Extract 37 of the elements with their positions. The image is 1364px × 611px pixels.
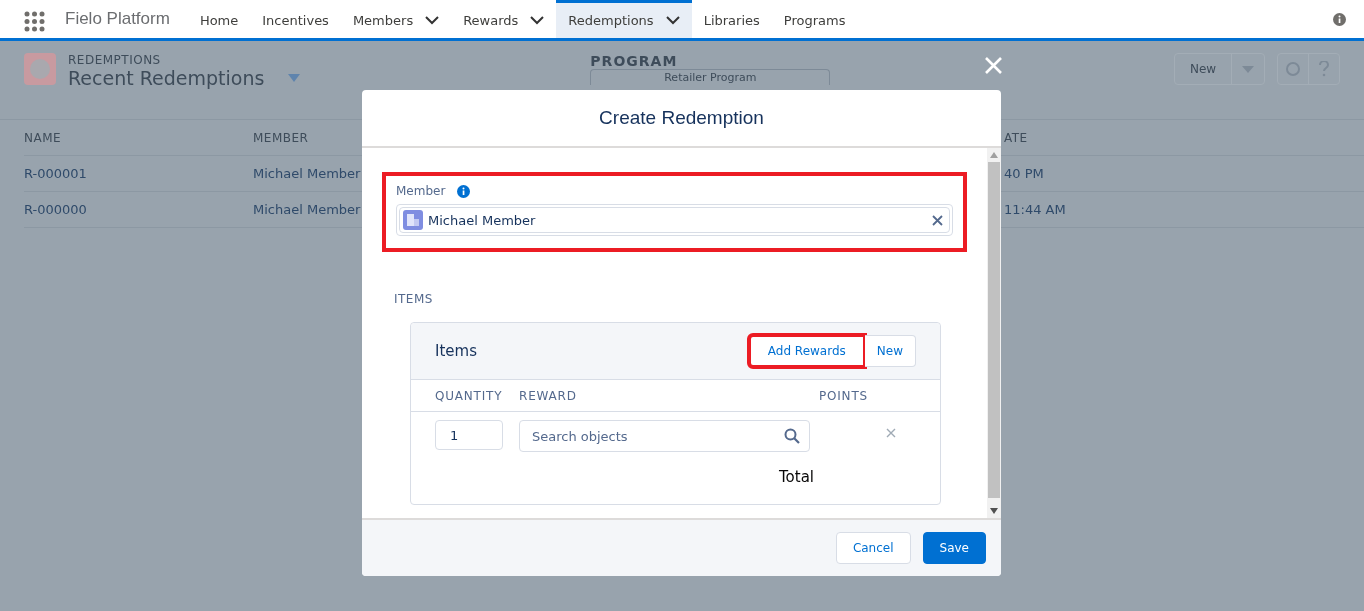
table-cell: Michael Member xyxy=(253,166,361,181)
column-header: NAME xyxy=(24,130,62,145)
card-title: Items xyxy=(435,342,478,360)
record-link[interactable]: R-000001 xyxy=(24,166,87,181)
column-header: MEMBER xyxy=(253,130,309,145)
record-link[interactable]: R-000000 xyxy=(24,202,87,217)
nav-tab[interactable]: Programs xyxy=(771,0,858,38)
section-heading: ITEMS xyxy=(394,292,434,306)
selected-value: Michael Member xyxy=(428,212,536,228)
search-field[interactable]: Search objects xyxy=(519,420,810,452)
new-button[interactable]: New xyxy=(864,335,916,367)
object-label: REDEMPTIONS xyxy=(68,53,162,67)
add-rewards-button[interactable]: Add Rewards xyxy=(748,335,865,367)
total-label: Total xyxy=(778,468,814,486)
column-header: ATE xyxy=(1004,130,1028,145)
save-button[interactable]: Save xyxy=(922,532,986,564)
nav-tab[interactable]: Home xyxy=(187,0,251,38)
nav-tab[interactable]: Members xyxy=(340,0,452,38)
nav-tab[interactable]: Libraries xyxy=(691,0,772,38)
cancel-button[interactable]: Cancel xyxy=(835,532,911,564)
lookup-field[interactable]: Michael Member xyxy=(396,204,953,236)
column-header: POINTS xyxy=(818,388,869,403)
table-cell: Michael Member xyxy=(253,202,361,217)
field-label: Member xyxy=(396,184,446,198)
quantity-field[interactable]: 1 xyxy=(435,420,503,450)
nav-tab[interactable]: Incentives xyxy=(250,0,341,38)
program-select[interactable]: Retailer Program xyxy=(590,69,831,85)
column-header: QUANTITY xyxy=(435,388,504,403)
list-view-title: Recent Redemptions xyxy=(68,67,265,89)
table-cell: 40 PM xyxy=(1004,166,1044,181)
nav-tab[interactable]: Rewards xyxy=(451,0,557,38)
app-name: Fielo Platform xyxy=(65,9,170,29)
program-label: PROGRAM xyxy=(590,53,679,69)
table-cell: 11:44 AM xyxy=(1004,202,1066,217)
nav-tab[interactable]: Redemptions xyxy=(556,0,692,38)
column-header: REWARD xyxy=(519,388,578,403)
modal-title: Create Redemption xyxy=(599,107,764,129)
